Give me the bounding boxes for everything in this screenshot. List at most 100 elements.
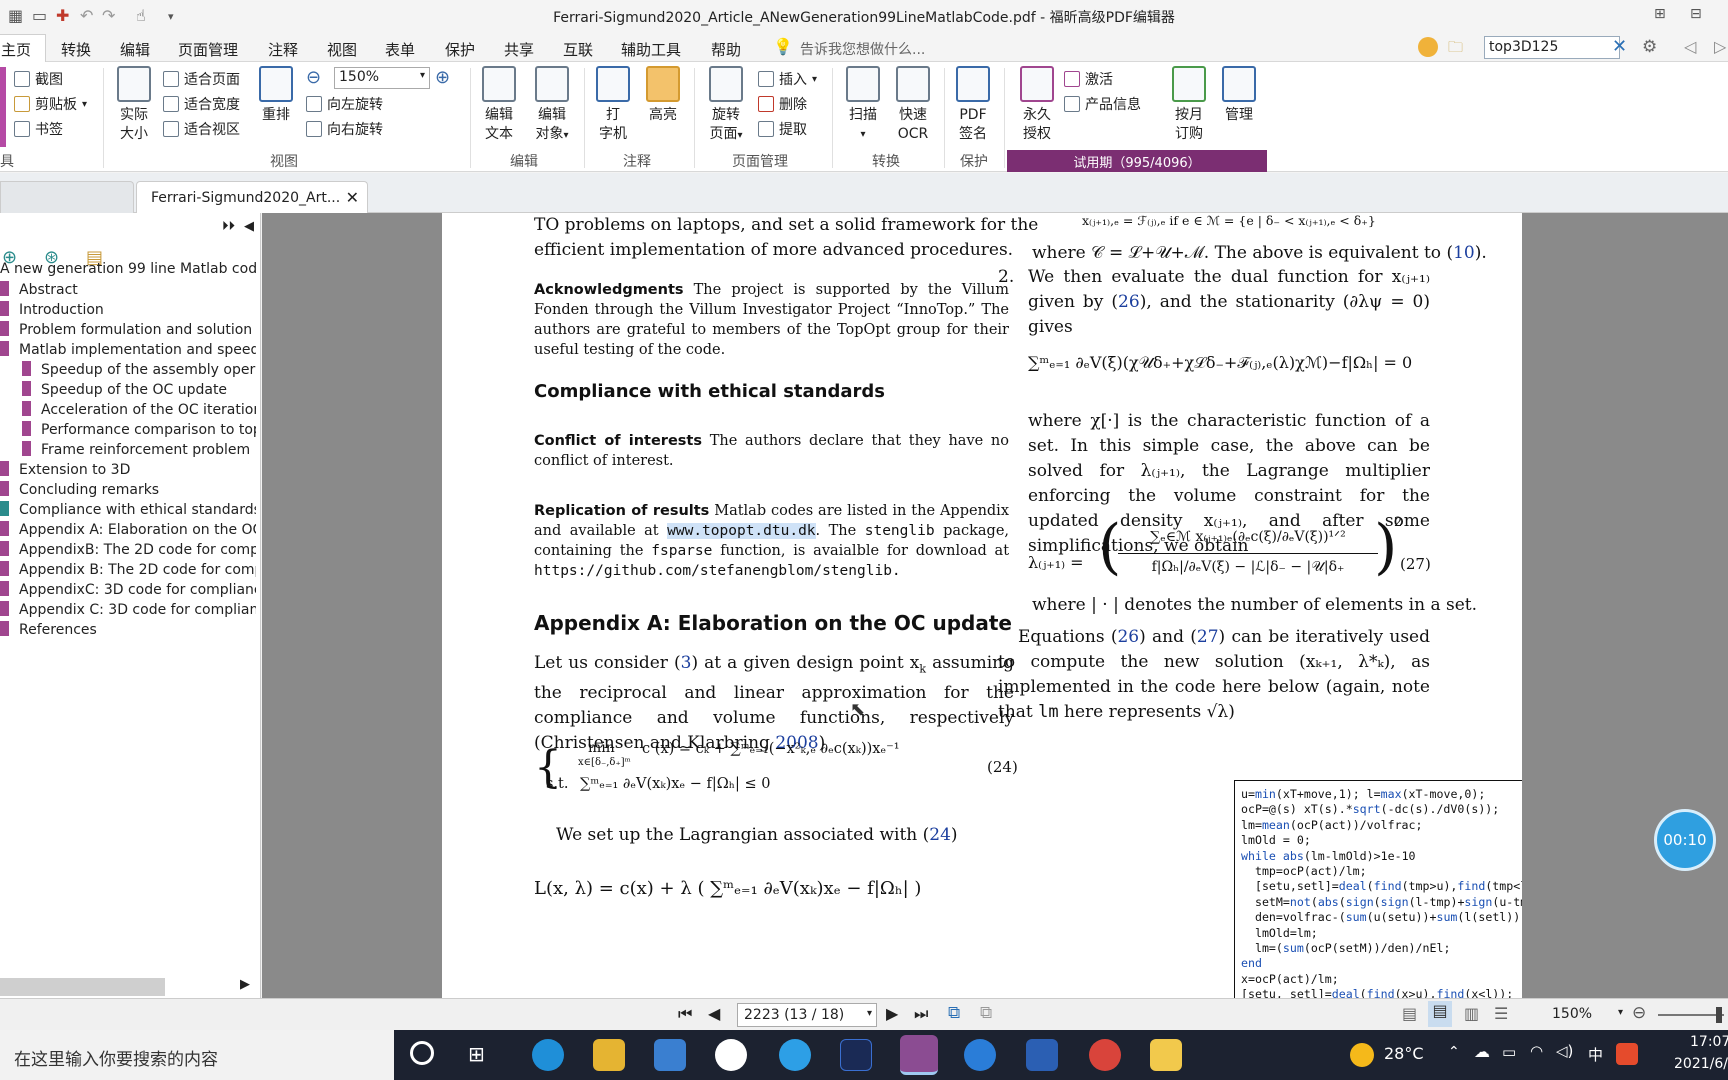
menu-connect[interactable]: 互联 <box>563 39 593 60</box>
ref-link-10[interactable]: 10 <box>1453 243 1475 263</box>
menu-home[interactable]: 主页 <box>0 34 47 63</box>
rotate-right-button[interactable]: 向右旋转 <box>306 119 383 139</box>
bookmark-item[interactable]: Compliance with ethical standards <box>0 501 256 518</box>
zoom-dropdown-icon[interactable]: ▾ <box>1618 1007 1623 1018</box>
chrome-icon[interactable] <box>1089 1039 1121 1071</box>
bookmark-item[interactable]: AppendixC: 3D code for compliance r <box>0 581 256 598</box>
taskbar-search-box[interactable]: 在这里输入你要搜索的内容 <box>0 1030 394 1080</box>
menu-protect[interactable]: 保护 <box>445 39 475 60</box>
nav-back-icon[interactable]: ◁ <box>1684 37 1696 56</box>
screenshot-button[interactable]: 截图 <box>14 69 63 89</box>
next-view-icon[interactable]: ⧉ <box>980 1003 992 1023</box>
actual-size-button[interactable]: 实际 大小 <box>114 66 154 144</box>
layout-icon[interactable]: ⊟ <box>1690 6 1702 22</box>
waves-app-icon[interactable] <box>840 1039 872 1071</box>
task-view-icon[interactable]: ⊞ <box>468 1042 485 1066</box>
typewriter-button[interactable]: 打字机 <box>592 66 634 144</box>
bookmark-item[interactable]: Introduction <box>0 301 256 318</box>
folder-search-icon[interactable]: 🗀 <box>1448 37 1463 62</box>
scan-button[interactable]: 扫描 ▾ <box>842 66 884 144</box>
topopt-link[interactable]: www.topopt.dtu.dk <box>667 523 816 539</box>
wifi-icon[interactable]: ◠ <box>1530 1042 1543 1060</box>
zoom-out-icon[interactable]: ⊖ <box>306 67 321 88</box>
document-viewport[interactable]: TO problems on laptops, and set a solid … <box>262 213 1728 998</box>
nav-forward-icon[interactable]: ▷ <box>1714 37 1726 56</box>
clock-time[interactable]: 17:07 <box>1690 1034 1728 1050</box>
continuous-page-icon[interactable]: ▤ <box>1428 1001 1452 1027</box>
bookmark-item[interactable]: Problem formulation and solution sch <box>0 321 256 338</box>
cloud-icon[interactable]: ☁ <box>1474 1042 1490 1061</box>
perpetual-license-button[interactable]: 永久 授权 <box>1016 66 1058 144</box>
rotate-left-button[interactable]: 向左旋转 <box>306 94 383 114</box>
next-page-icon[interactable]: ▶ <box>886 1004 898 1023</box>
store-icon[interactable] <box>654 1039 686 1071</box>
reflow-button[interactable]: 重排 <box>256 66 296 125</box>
bookmark-item[interactable]: Abstract <box>0 281 256 298</box>
package-app-icon[interactable] <box>1150 1039 1182 1071</box>
fit-width-button[interactable]: 适合宽度 <box>163 94 240 114</box>
product-info-button[interactable]: 产品信息 <box>1064 94 1141 114</box>
ref-link-3[interactable]: 3 <box>681 653 692 673</box>
bookmark-item[interactable]: Matlab implementation and speedups <box>0 341 256 358</box>
battery-icon[interactable]: ▭ <box>1502 1043 1516 1061</box>
expand-panel-icon[interactable]: ⏵⏵ <box>222 219 235 234</box>
search-input[interactable]: top3D125 <box>1484 36 1620 59</box>
edit-object-button[interactable]: 编辑 对象▾ <box>528 66 576 145</box>
menu-convert[interactable]: 转换 <box>61 39 91 60</box>
extract-page-button[interactable]: 提取 <box>758 119 807 139</box>
settings-gear-icon[interactable]: ⚙ <box>1642 37 1657 57</box>
close-tab-icon[interactable]: ✕ <box>346 188 359 207</box>
scroll-right-icon[interactable]: ▶ <box>240 977 250 992</box>
zoom-slider-thumb[interactable] <box>1716 1007 1722 1023</box>
activate-button[interactable]: 激活 <box>1064 69 1113 89</box>
zoom-select[interactable]: 150% ▾ <box>334 67 430 89</box>
ref-link-24[interactable]: 24 <box>929 825 951 845</box>
bookmark-item[interactable]: Acceleration of the OC iteration <box>0 401 256 418</box>
ime-indicator[interactable]: 中 <box>1588 1044 1603 1065</box>
bookmark-item[interactable]: Speedup of the OC update <box>0 381 256 398</box>
status-zoom[interactable]: 150% <box>1552 1006 1592 1022</box>
split-view-icon[interactable]: ☰ <box>1494 1004 1508 1023</box>
fit-page-button[interactable]: 适合页面 <box>163 69 240 89</box>
volume-icon[interactable]: ◁) <box>1556 1042 1573 1060</box>
rotate-page-button[interactable]: 旋转 页面▾ <box>702 66 750 145</box>
start-tab[interactable] <box>0 181 134 213</box>
fit-view-button[interactable]: 适合视区 <box>163 119 240 139</box>
clipboard-button[interactable]: 剪贴板 ▾ <box>14 94 87 114</box>
menu-view[interactable]: 视图 <box>327 39 357 60</box>
menu-form[interactable]: 表单 <box>385 39 415 60</box>
bookmark-item[interactable]: Frame reinforcement problem <box>0 441 256 458</box>
zoom-in-icon[interactable]: ⊕ <box>435 67 450 88</box>
weather-temp[interactable]: 28°C <box>1384 1044 1424 1063</box>
collapse-panel-icon[interactable]: ◀ <box>244 219 254 234</box>
bookmark-item[interactable]: A new generation 99 line Matlab code fo <box>0 261 256 277</box>
menu-share[interactable]: 共享 <box>504 39 534 60</box>
menu-comment[interactable]: 注释 <box>268 39 298 60</box>
prev-view-icon[interactable]: ⧉ <box>948 1003 960 1023</box>
menu-help[interactable]: 帮助 <box>711 39 741 60</box>
page-number-input[interactable]: 2223 (13 / 18) ▾ <box>737 1003 877 1027</box>
facing-page-icon[interactable]: ▥ <box>1464 1004 1479 1023</box>
word-icon[interactable] <box>1026 1039 1058 1071</box>
menu-page-manage[interactable]: 页面管理 <box>178 39 238 60</box>
bookmark-item[interactable]: Appendix B: The 2D code for complia <box>0 561 256 578</box>
zoom-slider[interactable] <box>1658 1014 1724 1016</box>
recording-timer[interactable]: 00:10 <box>1654 809 1716 871</box>
bookmark-item[interactable]: Performance comparison to top8 <box>0 421 256 438</box>
favorite-icon[interactable] <box>1418 37 1438 57</box>
ref-link-27[interactable]: 27 <box>1197 627 1219 647</box>
file-explorer-icon[interactable] <box>593 1039 625 1071</box>
cortana-icon[interactable] <box>410 1041 434 1065</box>
github-url[interactable]: https://github.com/stefanengblom/stengli… <box>534 563 901 579</box>
bookmark-item[interactable]: Concluding remarks <box>0 481 256 498</box>
clock-date[interactable]: 2021/6/ <box>1674 1056 1728 1072</box>
horizontal-scrollbar[interactable] <box>0 978 165 996</box>
tray-expand-icon[interactable]: ⌃ <box>1448 1044 1460 1060</box>
clear-search-icon[interactable]: ✕ <box>1612 36 1627 57</box>
single-page-icon[interactable]: ▤ <box>1402 1004 1417 1023</box>
insert-page-button[interactable]: 插入 ▾ <box>758 69 817 89</box>
edge-icon[interactable] <box>532 1039 564 1071</box>
document-tab[interactable]: Ferrari-Sigmund2020_Art... ✕ <box>136 181 368 213</box>
prev-page-icon[interactable]: ◀ <box>708 1004 720 1023</box>
last-page-icon[interactable]: ⏭ <box>914 1004 928 1024</box>
